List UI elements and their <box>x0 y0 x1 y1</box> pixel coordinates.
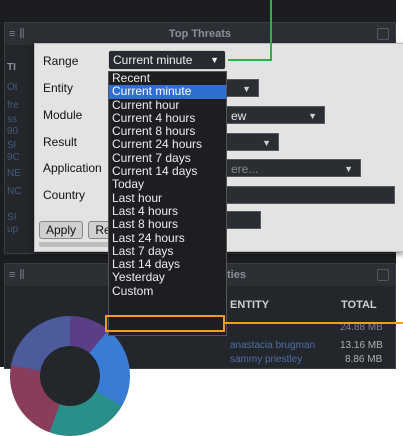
range-option-last-hour[interactable]: Last hour <box>109 191 226 205</box>
bg-row-label: Ot <box>7 82 18 93</box>
bg-row-label: 90 <box>7 126 19 137</box>
green-callout-line-horizontal <box>228 59 272 61</box>
bg-row-label: TI <box>7 62 16 73</box>
bg-row-label: 9C <box>7 152 20 163</box>
application-placeholder: ere... <box>231 162 259 176</box>
module-select[interactable]: ew ▼ <box>225 106 325 124</box>
menu-icon[interactable]: ≡ <box>9 269 15 281</box>
range-option-today[interactable]: Today <box>109 178 226 191</box>
range-option-current-24-hours[interactable]: Current 24 hours <box>109 138 226 151</box>
info-icon[interactable] <box>377 269 389 281</box>
result-label: Result <box>43 135 78 149</box>
range-option-last-14-days[interactable]: Last 14 days <box>109 258 226 271</box>
country-secondary-input[interactable] <box>225 211 261 229</box>
range-option-recent[interactable]: Recent <box>109 71 226 85</box>
range-select-value: Current minute <box>113 53 193 67</box>
donut-chart-hole <box>40 346 100 406</box>
info-icon[interactable] <box>377 28 389 40</box>
range-select[interactable]: Current minute ▼ <box>108 50 226 70</box>
application-select[interactable]: ere... ▼ <box>225 159 361 177</box>
bg-row-label: ss <box>7 114 17 125</box>
filter-sliders-icon[interactable]: ⫼ <box>19 269 24 282</box>
custom-option-highlight-box <box>105 315 225 332</box>
popup-scroll-track[interactable] <box>39 242 109 247</box>
chevron-down-icon: ▼ <box>308 111 317 121</box>
bg-row-label: NE <box>7 168 21 179</box>
total-cell: 13.16 MB <box>340 340 383 351</box>
bg-row-label: up <box>7 224 19 235</box>
entity-column-header[interactable]: ENTITY <box>230 299 269 311</box>
range-option-current-14-days[interactable]: Current 14 days <box>109 164 226 178</box>
top-threats-header: ≡ ⫼ Top Threats <box>5 23 395 45</box>
range-option-last-24-hours[interactable]: Last 24 hours <box>109 231 226 245</box>
entity-cell[interactable]: sammy priestley <box>230 354 302 365</box>
country-label: Country <box>43 188 86 202</box>
range-option-current-minute[interactable]: Current minute <box>109 85 226 99</box>
result-select[interactable]: ▼ <box>225 133 279 151</box>
module-select-value: ew <box>231 109 247 123</box>
range-option-yesterday[interactable]: Yesterday <box>109 271 226 284</box>
bg-row-label: SI <box>7 212 17 223</box>
total-cell: 8.86 MB <box>345 354 383 365</box>
chevron-down-icon: ▼ <box>210 55 219 65</box>
range-option-last-4-hours[interactable]: Last 4 hours <box>109 204 226 218</box>
range-option-custom[interactable]: Custom <box>109 284 226 298</box>
range-option-current-8-hours[interactable]: Current 8 hours <box>109 125 226 138</box>
entity-label: Entity <box>43 81 74 95</box>
orange-callout-line <box>225 322 403 324</box>
top-entities-title: ties <box>227 269 246 281</box>
range-option-current-7-days[interactable]: Current 7 days <box>109 151 226 165</box>
green-callout-line-vertical <box>270 0 272 61</box>
country-input[interactable] <box>225 186 395 204</box>
chevron-down-icon: ▼ <box>344 164 353 174</box>
total-column-header[interactable]: TOTAL <box>341 299 377 311</box>
range-dropdown-list: Recent Current minute Current hour Curre… <box>108 71 227 336</box>
bg-row-label: NC <box>7 186 22 197</box>
entity-select[interactable]: ▼ <box>225 79 259 97</box>
application-label: Application <box>43 161 102 175</box>
bg-row-label: fre <box>7 100 19 111</box>
range-label: Range <box>43 54 79 68</box>
chevron-down-icon: ▼ <box>262 138 271 148</box>
chevron-down-icon: ▼ <box>242 84 251 94</box>
range-option-current-hour[interactable]: Current hour <box>109 98 226 112</box>
bg-row-label: Sl <box>7 140 16 151</box>
top-threats-title: Top Threats <box>168 28 232 40</box>
range-option-last-7-days[interactable]: Last 7 days <box>109 244 226 258</box>
apply-button[interactable]: Apply <box>39 221 83 239</box>
range-option-current-4-hours[interactable]: Current 4 hours <box>109 111 226 125</box>
range-option-last-8-hours[interactable]: Last 8 hours <box>109 218 226 231</box>
entity-cell[interactable]: anastacia brugman <box>230 340 315 351</box>
module-label: Module <box>43 108 83 122</box>
